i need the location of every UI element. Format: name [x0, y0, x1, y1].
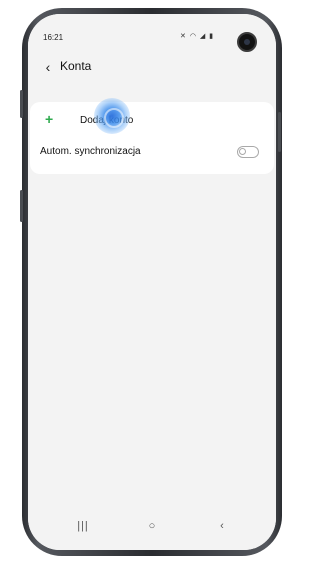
home-button[interactable]: ○	[142, 520, 162, 532]
page-title: Konta	[60, 59, 92, 73]
accounts-screen: 16:21 ✕ ◠ ◢ ▮ ‹ Konta + Dodaj konto Auto…	[28, 14, 276, 550]
front-camera	[237, 32, 257, 52]
battery-icon: ▮	[209, 33, 215, 40]
status-bar: 16:21 ✕ ◠ ◢ ▮	[28, 14, 276, 52]
plus-icon: +	[45, 111, 54, 127]
wifi-icon: ◠	[189, 33, 197, 40]
navigation-bar: ||| ○ ‹	[28, 518, 276, 542]
touch-indicator	[94, 98, 130, 134]
status-icons: ✕ ◠ ◢ ▮	[180, 32, 214, 40]
volume-button	[20, 90, 23, 118]
header: ‹ Konta	[28, 54, 276, 80]
back-button[interactable]: ‹	[40, 59, 56, 75]
power-button	[278, 112, 281, 152]
phone-screen: 16:21 ✕ ◠ ◢ ▮ ‹ Konta + Dodaj konto Auto…	[28, 14, 276, 550]
chevron-left-icon: ‹	[45, 59, 51, 75]
add-account-button[interactable]: + Dodaj konto	[30, 106, 274, 136]
mute-icon: ✕	[180, 33, 187, 40]
auto-sync-toggle[interactable]	[237, 146, 259, 158]
signal-icon: ◢	[199, 33, 207, 40]
bixby-button	[20, 190, 23, 222]
recent-apps-button[interactable]: |||	[73, 520, 93, 532]
toggle-knob	[239, 148, 246, 155]
nav-back-button[interactable]: ‹	[212, 520, 232, 532]
auto-sync-label: Autom. synchronizacja	[40, 146, 141, 157]
accounts-card: + Dodaj konto Autom. synchronizacja	[30, 102, 274, 174]
status-time: 16:21	[43, 33, 64, 42]
auto-sync-row[interactable]: Autom. synchronizacja	[30, 142, 274, 172]
